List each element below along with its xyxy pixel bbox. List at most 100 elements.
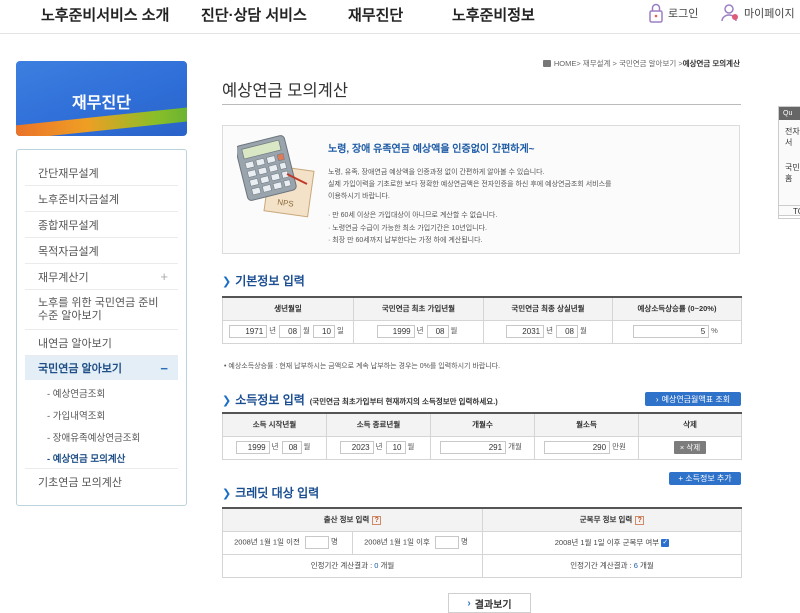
sidebar-item-calculator[interactable]: 재무계산기 + <box>25 264 178 290</box>
unit-label: 명 <box>330 537 338 547</box>
help-icon[interactable]: ? <box>372 516 382 526</box>
sidebar-item-pension-readiness[interactable]: 노후를 위한 국민연금 준비수준 알아보기 <box>25 290 178 330</box>
months-count-input[interactable]: 291 <box>440 441 507 454</box>
breadcrumb-home[interactable]: HOME <box>554 59 577 68</box>
unit-label: 월 <box>407 442 415 452</box>
quick-menu-item[interactable]: 전자 <box>779 126 800 137</box>
unit-label: % <box>711 326 718 336</box>
chevron-right-icon: › <box>467 597 471 609</box>
collapse-icon[interactable]: − <box>160 361 168 376</box>
intro-line: 이용하시기 바랍니다. <box>328 193 390 200</box>
birth-day-input[interactable]: 10 <box>312 325 335 338</box>
home-icon <box>542 60 551 67</box>
sidebar-item-retirement-fund[interactable]: 노후준비자금설계 <box>25 186 178 212</box>
nav-retirement-service-intro[interactable]: 노후준비서비스 소개 <box>41 4 169 25</box>
help-icon[interactable]: ? <box>635 516 645 526</box>
income-end-year-input[interactable]: 2023 <box>339 441 374 454</box>
field-label: 2008년 1월 1일 이전 <box>234 537 300 547</box>
first-join-year-input[interactable]: 1999 <box>376 325 415 338</box>
first-join-month-input[interactable]: 08 <box>426 325 449 338</box>
sidebar-menu: 간단재무설계 노후준비자금설계 종합재무설계 목적자금설계 재무계산기 + 노후… <box>16 149 187 506</box>
table-row: 1999 년 08 월 2023 년 10 월 291 개월 290 만원 × 삭제 <box>222 435 742 460</box>
pension-table-lookup-button[interactable]: › 예상연금월액표 조회 <box>645 392 741 406</box>
income-start-month-input[interactable]: 08 <box>281 441 302 454</box>
expand-icon[interactable]: + <box>160 269 168 284</box>
intro-bullets: · 만 60세 이상은 가입대상이 아니므로 계산할 수 없습니다. · 노령연… <box>328 210 497 248</box>
unit-label: 년 <box>269 326 277 336</box>
login-label: 로그인 <box>668 8 699 20</box>
monthly-income-input[interactable]: 290 <box>544 441 611 454</box>
column-header: 월소득 <box>534 412 639 437</box>
sidebar-subitem-expected-pension[interactable]: - 예상연금조회 <box>47 386 105 400</box>
income-rate-cell: 5% <box>612 319 742 344</box>
birth-info-header: 출산 정보 입력? <box>221 507 484 532</box>
credit-table: 출산 정보 입력? 군복무 정보 입력? 2008년 1월 1일 이전 명 20… <box>221 507 743 578</box>
add-income-button[interactable]: + 소득정보 추가 <box>669 472 741 485</box>
sidebar-item-label: 재무계산기 <box>38 271 89 284</box>
intro-box: NPS 노령, 장애 유족연금 예상액을 인증없이 간편하게~ 노령, 유족, … <box>222 125 740 254</box>
login-link[interactable]: 로그인 <box>648 0 698 26</box>
birth-month-input[interactable]: 08 <box>279 325 302 338</box>
delete-button[interactable]: × 삭제 <box>673 441 707 454</box>
military-service-checkbox[interactable]: ✓ <box>661 539 670 548</box>
button-label: 예상연금월액표 조회 <box>661 394 731 404</box>
user-icon <box>721 4 738 22</box>
sidebar-banner: 재무진단 <box>16 61 187 136</box>
column-header: 삭제 <box>638 412 742 437</box>
sidebar-item-goal-fund[interactable]: 목적자금설계 <box>25 238 178 264</box>
last-loss-month-input[interactable]: 08 <box>556 325 578 338</box>
sidebar-subitem-mock-calculation[interactable]: - 예상연금 모의계산 <box>47 451 125 465</box>
income-rate-input[interactable]: 5 <box>633 325 710 338</box>
breadcrumb-current: 예상연금 모의계산 <box>682 59 740 68</box>
column-header: 소득 종료년월 <box>326 412 431 437</box>
mypage-link[interactable]: 마이페이지 <box>720 0 795 26</box>
credit-heading: ❯ 크레딧 대상 입력 <box>222 484 319 501</box>
field-label: 2008년 1월 1일 이후 군복무 여부 <box>554 538 660 547</box>
sidebar-subitem-disability-survivor[interactable]: - 장애유족예상연금조회 <box>47 430 140 444</box>
sidebar-subitem-enrollment-history[interactable]: - 가입내역조회 <box>47 408 105 422</box>
sidebar-item-simple-planning[interactable]: 간단재무설계 <box>25 160 178 186</box>
income-start-year-input[interactable]: 1999 <box>235 441 270 454</box>
lock-icon <box>649 3 663 23</box>
quick-menu-item[interactable]: 홈 <box>779 173 800 184</box>
section-title: 크레딧 대상 입력 <box>235 486 320 500</box>
births-after-2008-input[interactable] <box>434 536 459 549</box>
birth-after-cell: 2008년 1월 1일 이후 명 <box>351 530 484 555</box>
quick-menu-item[interactable]: 국민 <box>779 162 800 173</box>
intro-line: 실제 가입이력을 기초로한 보다 정확한 예상연금액은 전자인증을 하신 후에 … <box>328 181 612 188</box>
nav-retirement-info[interactable]: 노후준비정보 <box>452 4 535 25</box>
chevron-right-icon: ❯ <box>222 395 232 407</box>
quick-menu-header: Qu <box>779 107 800 120</box>
unit-label: 월 <box>303 442 311 452</box>
unit-label: 일 <box>336 326 344 336</box>
birth-year-input[interactable]: 1971 <box>229 325 268 338</box>
military-info-header: 군복무 정보 입력? <box>482 507 743 532</box>
sidebar-item-label: 내연금 알아보기 <box>38 337 112 350</box>
column-header: 개월수 <box>430 412 535 437</box>
intro-headline: 노령, 장애 유족연금 예상액을 인증없이 간편하게~ <box>328 144 535 155</box>
quick-menu-item[interactable]: 서 <box>779 137 800 148</box>
sidebar-item-comprehensive[interactable]: 종합재무설계 <box>25 212 178 238</box>
delete-cell: × 삭제 <box>638 435 742 460</box>
back-to-top-button[interactable]: TO <box>778 205 800 219</box>
income-end-month-input[interactable]: 10 <box>385 441 406 454</box>
sidebar-item-national-pension[interactable]: 국민연금 알아보기 − <box>25 356 178 380</box>
button-label: 결과보기 <box>474 599 512 611</box>
unit-label: 명 <box>460 537 468 547</box>
sidebar-item-label: 간단재무설계 <box>38 167 99 180</box>
view-result-button[interactable]: › 결과보기 <box>448 593 531 613</box>
chevron-right-icon: ❯ <box>222 276 232 288</box>
top-navigation: 노후준비서비스 소개 진단·상담 서비스 재무진단 노후준비정보 로그인 마이페… <box>0 0 800 34</box>
nav-financial-diagnosis[interactable]: 재무진단 <box>348 4 403 25</box>
nav-diagnosis-consulting[interactable]: 진단·상담 서비스 <box>201 4 307 25</box>
unit-label: 개월 <box>637 561 654 570</box>
birth-result-cell: 인정기간 계산결과 : 0 개월 <box>221 553 484 578</box>
last-loss-year-input[interactable]: 2031 <box>506 325 545 338</box>
unit-label: 월 <box>580 326 587 336</box>
sidebar-item-basic-pension[interactable]: 기초연금 모의계산 <box>25 468 178 494</box>
births-before-2008-input[interactable] <box>304 536 329 549</box>
breadcrumb-path: > 재무설계 > 국민연금 알아보기 > <box>576 59 683 68</box>
section-note: (국민연금 최초가입부터 현재까지의 소득정보만 입력하세요.) <box>309 397 498 406</box>
birth-before-cell: 2008년 1월 1일 이전 명 <box>222 530 353 555</box>
sidebar-item-my-pension[interactable]: 내연금 알아보기 <box>25 330 178 356</box>
